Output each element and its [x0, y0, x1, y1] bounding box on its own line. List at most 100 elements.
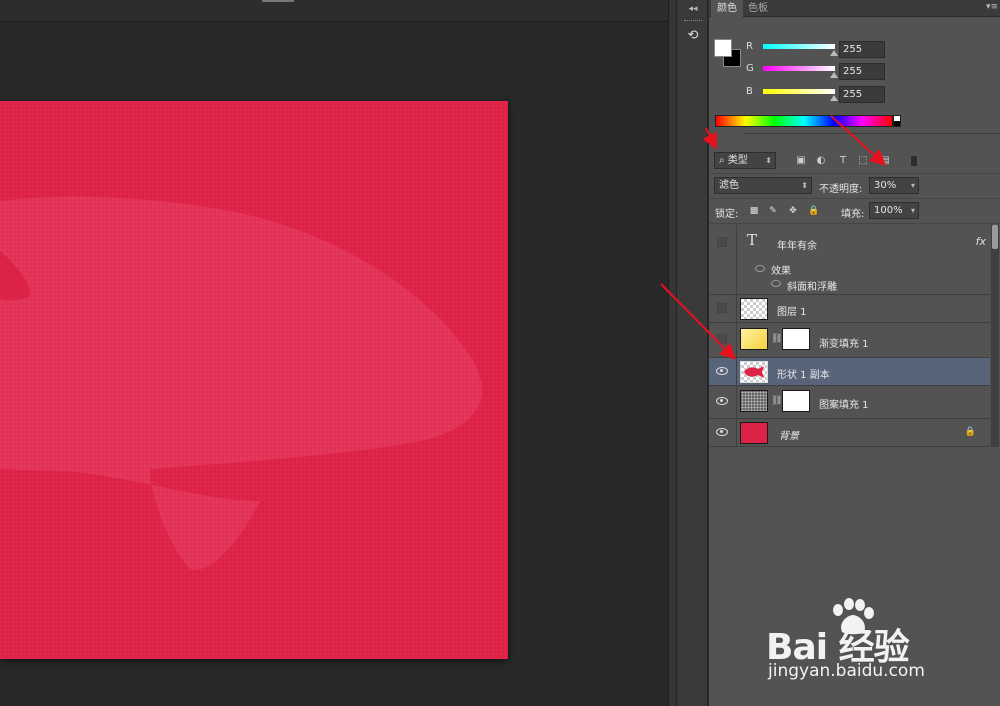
blend-mode-dropdown[interactable]: 滤色 ⬍: [714, 177, 812, 194]
tab-indicator: [262, 0, 294, 2]
lock-fill-row: 锁定: ▩ ✎ ✥ 🔒 填充: 100% ▾: [709, 199, 1000, 224]
filter-shape-icon[interactable]: ⬚: [857, 155, 869, 167]
layer-thumbnail: [740, 298, 768, 320]
visibility-toggle[interactable]: [717, 237, 727, 247]
dock-grip[interactable]: [684, 20, 702, 23]
visibility-toggle[interactable]: [717, 334, 727, 344]
layer-row-pixel[interactable]: 图层 1: [709, 295, 990, 323]
layer-list: T 年年有余 fx 效果 斜面和浮雕 图层 1 ⛓ 渐变填充 1 形状 1 副本…: [709, 225, 1000, 447]
lock-transparent-icon[interactable]: ▩: [749, 206, 759, 216]
layer-name: 背景: [779, 431, 799, 442]
color-spectrum-ramp[interactable]: [715, 115, 893, 127]
layer-row-background[interactable]: 背景 🔒: [709, 419, 990, 447]
color-panel: R 255 G 255 B 255: [709, 17, 1000, 130]
text-layer-icon: T: [747, 231, 758, 249]
green-slider-knob[interactable]: [830, 72, 838, 78]
blue-label: B: [746, 86, 753, 97]
history-icon[interactable]: ⟲: [683, 28, 703, 46]
pattern-fill-thumbnail: [740, 390, 768, 412]
layer-divider: [736, 386, 737, 418]
visibility-eye-icon[interactable]: [714, 365, 730, 379]
visibility-eye-icon[interactable]: [714, 395, 730, 409]
layer-name: 渐变填充 1: [819, 339, 869, 350]
filter-smartobject-icon[interactable]: ▤: [879, 155, 891, 167]
green-slider[interactable]: [763, 66, 835, 71]
layer-divider: [736, 323, 737, 357]
foreground-color-swatch[interactable]: [714, 39, 732, 57]
filter-toggle-switch[interactable]: [910, 155, 918, 167]
layer-name: 图层 1: [777, 307, 807, 318]
layer-row-pattern-fill[interactable]: ⛓ 图案填充 1: [709, 386, 990, 419]
panel-separator[interactable]: [668, 0, 676, 706]
watermark-url: jingyan.baidu.com: [768, 661, 925, 681]
fill-value: 100%: [874, 205, 903, 216]
panel-menu-icon[interactable]: ▾≡: [986, 2, 998, 12]
lock-image-brush-icon[interactable]: ✎: [768, 206, 778, 216]
blue-channel-row: B 255: [746, 86, 996, 106]
filter-adjustment-icon[interactable]: ◐: [815, 155, 827, 167]
filter-kind-dropdown[interactable]: ⌕ 类型 ⬍: [714, 152, 776, 169]
red-channel-row: R 255: [746, 41, 996, 61]
layer-row-text[interactable]: T 年年有余 fx 效果 斜面和浮雕: [709, 225, 990, 295]
layer-name: 图案填充 1: [819, 400, 869, 411]
blend-mode-label: 滤色: [719, 180, 739, 191]
green-value-field[interactable]: 255: [839, 63, 885, 80]
canvas-workspace[interactable]: [0, 22, 670, 706]
layer-divider: [736, 225, 737, 294]
layer-divider: [736, 358, 737, 385]
visibility-eye-icon[interactable]: [714, 426, 730, 440]
link-chain-icon[interactable]: ⛓: [771, 396, 782, 406]
background-thumbnail: [740, 422, 768, 444]
opacity-field[interactable]: 30% ▾: [869, 177, 919, 194]
baidu-jingyan-watermark: Bai 经验 jingyan.baidu.com: [766, 598, 996, 688]
scrollbar-thumb[interactable]: [992, 225, 998, 249]
opacity-value: 30%: [874, 180, 897, 191]
lock-all-icon[interactable]: 🔒: [808, 206, 819, 216]
black-white-ramp[interactable]: [893, 115, 901, 127]
tab-swatches[interactable]: 色板: [742, 0, 774, 17]
red-slider-knob[interactable]: [830, 50, 838, 56]
blue-slider-knob[interactable]: [830, 95, 838, 101]
green-label: G: [746, 63, 754, 74]
collapsed-panel-dock: ◂◂ ⟲: [676, 0, 708, 706]
lock-position-icon[interactable]: ✥: [788, 206, 798, 216]
link-chain-icon[interactable]: ⛓: [771, 334, 782, 344]
document-canvas[interactable]: [0, 101, 508, 659]
green-channel-row: G 255: [746, 63, 996, 83]
effects-visibility-icon[interactable]: [755, 265, 765, 272]
blend-opacity-row: 滤色 ⬍ 不透明度: 30% ▾: [709, 174, 1000, 199]
background-lock-icon: 🔒: [964, 427, 976, 437]
blue-value-field[interactable]: 255: [839, 86, 885, 103]
layer-divider: [736, 419, 737, 446]
collapse-dock-button[interactable]: ◂◂: [677, 4, 709, 14]
gradient-fill-thumbnail: [740, 328, 768, 350]
visibility-toggle[interactable]: [717, 303, 727, 313]
tab-color[interactable]: 颜色: [711, 0, 743, 17]
fx-icon[interactable]: fx: [976, 235, 986, 248]
layer-row-gradient-fill[interactable]: ⛓ 渐变填充 1: [709, 323, 990, 358]
blue-slider[interactable]: [763, 89, 835, 94]
fish-shape-layer: [0, 101, 508, 659]
red-value-field[interactable]: 255: [839, 41, 885, 58]
fill-field[interactable]: 100% ▾: [869, 202, 919, 219]
filter-type-icon[interactable]: T: [837, 155, 849, 167]
shape-thumbnail: [740, 361, 768, 383]
layer-divider: [736, 295, 737, 322]
filter-kind-label: 类型: [727, 155, 748, 166]
effect-bevel-emboss[interactable]: 斜面和浮雕: [787, 278, 837, 293]
layer-name: 年年有余: [777, 241, 817, 252]
layer-filter-row: ⌕ 类型 ⬍ ▣ ◐ T ⬚ ▤: [709, 149, 1000, 174]
opacity-label: 不透明度:: [819, 184, 863, 195]
filter-pixel-icon[interactable]: ▣: [795, 155, 807, 167]
layer-mask-thumbnail[interactable]: [782, 390, 810, 412]
fish-thumbnail-icon: [744, 366, 764, 378]
layer-mask-thumbnail[interactable]: [782, 328, 810, 350]
layer-name: 形状 1 副本: [777, 370, 830, 381]
layer-row-shape-selected[interactable]: 形状 1 副本: [709, 358, 990, 386]
bevel-visibility-icon[interactable]: [771, 280, 781, 287]
red-slider[interactable]: [763, 44, 835, 49]
fill-label: 填充:: [841, 209, 865, 220]
effects-label: 效果: [771, 266, 791, 277]
layers-scrollbar[interactable]: [991, 225, 999, 447]
color-panel-header: 颜色 色板 ▾≡: [709, 0, 1000, 17]
